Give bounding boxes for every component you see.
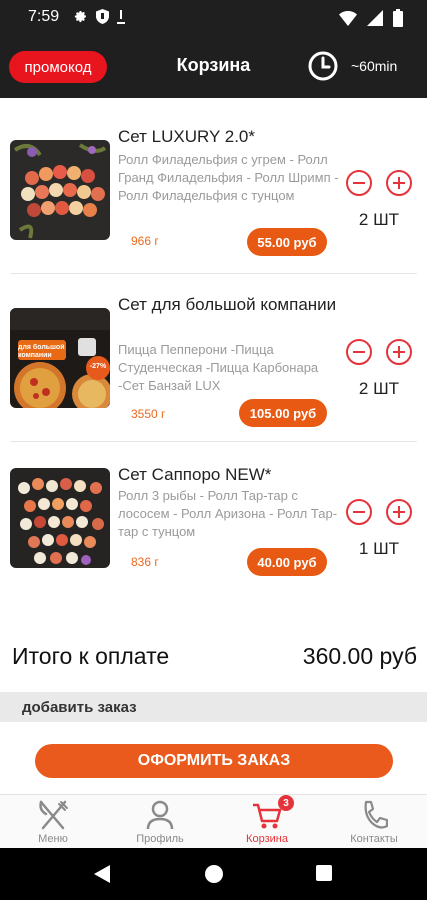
item-description: Ролл Филадельфия с угрем - Ролл Гранд Фи…: [118, 152, 339, 203]
checkout-button[interactable]: ОФОРМИТЬ ЗАКАЗ: [35, 744, 393, 778]
back-icon[interactable]: [94, 865, 110, 883]
minus-icon: [353, 182, 365, 184]
home-icon[interactable]: [205, 865, 223, 883]
item-quantity: 1 ШТ: [358, 539, 400, 558]
nav-icon: [321, 800, 427, 830]
status-bar: 7:59: [0, 0, 427, 36]
item-weight: 966 г: [131, 234, 159, 248]
nav-label: Меню: [38, 833, 68, 845]
cart-item: для большой компании -27% Сет для большо…: [0, 274, 427, 442]
banner-discount: -27%: [89, 363, 107, 370]
decrease-quantity-button[interactable]: [346, 170, 372, 196]
delivery-time: ~60min: [351, 58, 398, 74]
item-quantity: 2 ШТ: [358, 379, 400, 398]
item-name: Сет LUXURY 2.0*: [118, 127, 255, 146]
increase-quantity-button[interactable]: [386, 499, 412, 525]
wifi-icon: [339, 11, 357, 26]
add-order-label: добавить заказ: [22, 699, 137, 716]
nav-icon: [214, 800, 320, 830]
system-nav-bar: [0, 848, 427, 900]
download-icon: [117, 9, 125, 24]
plus-icon: [393, 506, 405, 518]
cart-count-badge: 3: [278, 795, 294, 811]
item-quantity: 2 ШТ: [358, 210, 400, 229]
item-name: Сет Саппоро NEW*: [118, 465, 272, 484]
item-price: 105.00 руб: [239, 399, 327, 427]
nav-icon: [107, 800, 213, 830]
minus-icon: [353, 511, 365, 513]
status-icons-left: [74, 9, 125, 24]
nav-label: Корзина: [246, 833, 288, 845]
item-description: Пицца Пепперони -Пицца Студенческая -Пиц…: [118, 342, 319, 393]
item-description: Ролл 3 рыбы - Ролл Тар-тар с лососем - Р…: [118, 488, 338, 539]
promo-code-button[interactable]: промокод: [9, 51, 107, 83]
phone-icon: [364, 800, 388, 829]
decrease-quantity-button[interactable]: [346, 499, 372, 525]
battery-icon: [393, 9, 403, 27]
status-icons-right: [339, 9, 403, 27]
item-image: [10, 140, 110, 240]
status-time: 7:59: [28, 8, 60, 25]
item-weight: 836 г: [131, 555, 159, 569]
decrease-quantity-button[interactable]: [346, 339, 372, 365]
nav-icon: [0, 800, 106, 830]
item-price: 55.00 руб: [247, 228, 327, 256]
signal-icon: [367, 10, 383, 26]
nav-item-contacts[interactable]: Контакты: [321, 795, 427, 849]
settings-icon: [74, 10, 86, 22]
fork-knife-icon: [39, 800, 68, 830]
banner-text: для большой компании: [18, 344, 65, 359]
shield-icon: [96, 9, 109, 24]
nav-item-cart[interactable]: Корзина: [214, 795, 320, 849]
nav-item-profile[interactable]: Профиль: [107, 795, 213, 849]
cart-item: Сет Саппоро NEW* Ролл 3 рыбы - Ролл Тар-…: [0, 442, 427, 610]
add-order-bar[interactable]: добавить заказ: [0, 692, 427, 722]
plus-icon: [393, 346, 405, 358]
recents-icon[interactable]: [316, 865, 332, 881]
bottom-nav: Меню Профиль Корзина 3 Контакты: [0, 794, 427, 848]
item-price: 40.00 руб: [247, 548, 327, 576]
item-image: для большой компании -27%: [10, 308, 110, 408]
clock-icon: [308, 51, 338, 81]
minus-icon: [353, 351, 365, 353]
total-label: Итого к оплате: [12, 643, 170, 669]
increase-quantity-button[interactable]: [386, 170, 412, 196]
item-weight: 3550 г: [131, 407, 166, 421]
app-header: промокод Корзина ~60min: [0, 36, 427, 98]
cart-item: Сет LUXURY 2.0* Ролл Филадельфия с угрем…: [0, 106, 427, 274]
plus-icon: [393, 177, 405, 189]
item-name: Сет для большой компании: [118, 295, 337, 314]
nav-label: Профиль: [136, 833, 184, 845]
user-icon: [146, 800, 174, 830]
item-image: [10, 468, 110, 568]
total-value: 360.00 руб: [302, 643, 417, 669]
nav-label: Контакты: [350, 833, 398, 845]
increase-quantity-button[interactable]: [386, 339, 412, 365]
nav-item-menu[interactable]: Меню: [0, 795, 106, 849]
